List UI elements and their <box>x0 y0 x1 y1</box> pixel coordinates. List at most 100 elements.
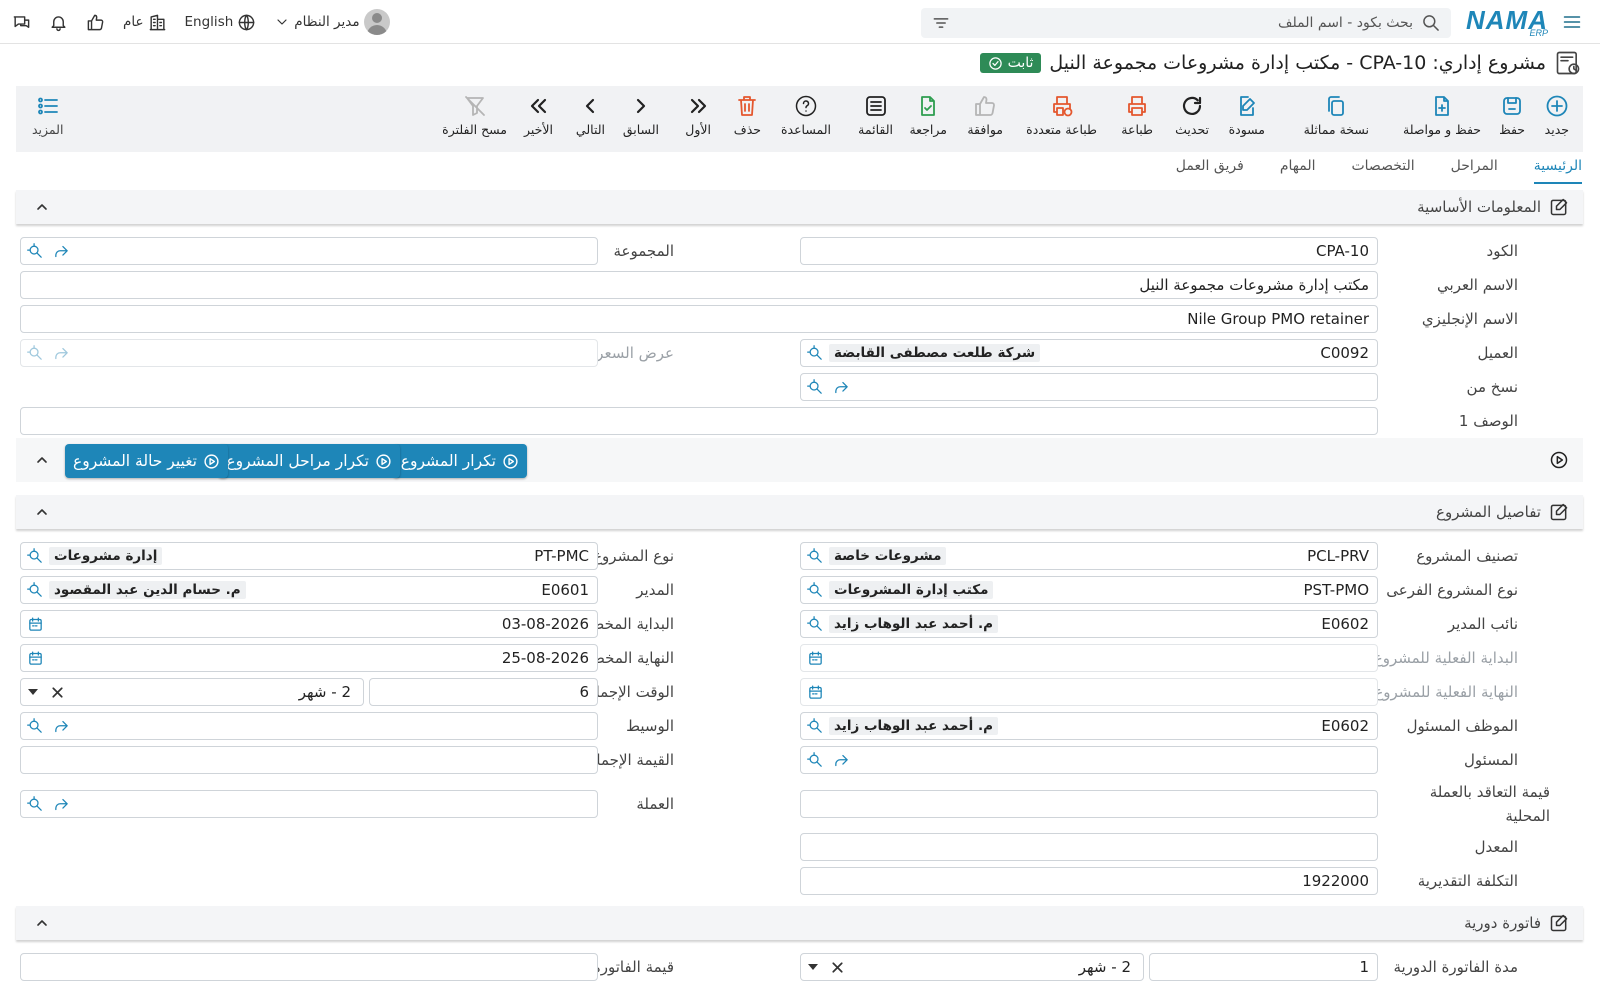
search-icon[interactable] <box>1421 13 1441 33</box>
tab-stages[interactable]: المراحل <box>1451 158 1498 184</box>
total-time-field[interactable]: 6 <box>369 678 598 706</box>
description-field[interactable] <box>20 407 1378 435</box>
calendar-icon[interactable] <box>807 650 824 667</box>
search-add-icon[interactable] <box>807 752 824 769</box>
total-time-unit-select[interactable]: 2 - شهر <box>20 678 364 706</box>
menu-icon[interactable] <box>1562 12 1582 32</box>
english-name-field[interactable]: Nile Group PMO retainer <box>20 305 1378 333</box>
approve-button[interactable]: موافقة <box>967 94 1003 137</box>
open-link-icon[interactable] <box>53 796 70 813</box>
change-status-button[interactable]: تغيير حالة المشروع <box>65 444 228 478</box>
arabic-name-field[interactable]: مكتب إدارة مشروعات مجموعة النيل <box>20 271 1378 299</box>
basic-info-header[interactable]: المعلومات الأساسية <box>16 190 1583 224</box>
company-switch[interactable]: عام <box>123 13 167 32</box>
last-button[interactable]: الأخير <box>524 94 553 137</box>
first-button[interactable]: الأول <box>685 94 711 137</box>
invoice-value-field[interactable] <box>20 953 598 981</box>
type-field[interactable]: PT-PMC إدارة مشروعات <box>20 542 598 570</box>
help-button[interactable]: المساعدة <box>781 94 831 137</box>
open-link-icon[interactable] <box>53 718 70 735</box>
actual-start-field[interactable] <box>800 644 1378 672</box>
search-add-icon[interactable] <box>27 345 44 362</box>
refresh-icon <box>1182 96 1202 115</box>
tab-specializations[interactable]: التخصصات <box>1351 158 1414 184</box>
duplicate-button[interactable]: نسخة مماثلة <box>1304 94 1369 137</box>
user-menu[interactable]: مدير النظام <box>274 9 390 35</box>
search-add-icon[interactable] <box>27 243 44 260</box>
list-button[interactable]: القائمة <box>858 94 893 137</box>
contract-total-field[interactable] <box>20 746 598 774</box>
logo[interactable]: NAMA ERP <box>1466 7 1548 38</box>
currency-field[interactable] <box>20 790 598 818</box>
search-add-icon[interactable] <box>807 718 824 735</box>
save-continue-button[interactable]: حفظ و مواصلة <box>1403 94 1481 137</box>
details-header[interactable]: تفاصيل المشروع <box>16 495 1583 529</box>
search-add-icon[interactable] <box>807 345 824 362</box>
language-switch[interactable]: English <box>185 13 257 32</box>
review-button[interactable]: مراجعة <box>909 94 947 137</box>
quotation-field[interactable] <box>20 339 598 367</box>
group-field[interactable] <box>20 237 598 265</box>
caret-down-icon[interactable] <box>27 688 39 696</box>
responsible-field[interactable] <box>800 746 1378 774</box>
search-add-icon[interactable] <box>807 582 824 599</box>
open-link-icon[interactable] <box>53 243 70 260</box>
invoice-header[interactable]: فاتورة دورية <box>16 906 1583 940</box>
category-field[interactable]: PCL-PRV مشروعات خاصة <box>800 542 1378 570</box>
search-add-icon[interactable] <box>27 582 44 599</box>
caret-down-icon[interactable] <box>807 963 819 971</box>
more-button[interactable]: المزيد <box>32 94 63 137</box>
calendar-icon[interactable] <box>27 616 44 633</box>
repeat-project-button[interactable]: تكرار المشروع <box>392 444 527 478</box>
repeat-stages-button[interactable]: تكرار مراحل المشروع <box>218 444 400 478</box>
clear-icon[interactable] <box>49 684 66 701</box>
code-field[interactable]: CPA-10 <box>800 237 1378 265</box>
delete-button[interactable]: حذف <box>734 94 761 137</box>
calendar-icon[interactable] <box>807 684 824 701</box>
invoice-period-field[interactable]: 1 <box>1149 953 1378 981</box>
search-add-icon[interactable] <box>807 616 824 633</box>
subtype-field[interactable]: PST-PMO مكتب إدارة المشروعات <box>800 576 1378 604</box>
search-add-icon[interactable] <box>27 718 44 735</box>
search-input[interactable] <box>921 8 1451 38</box>
planned-end-field[interactable]: 25-08-2026 <box>20 644 598 672</box>
notifications-button[interactable] <box>49 13 68 32</box>
draft-button[interactable]: مسودة <box>1229 94 1265 137</box>
search-add-icon[interactable] <box>27 796 44 813</box>
estimated-cost-field[interactable]: 1922000 <box>800 867 1378 895</box>
open-link-icon[interactable] <box>833 752 850 769</box>
responsible-emp-field[interactable]: E0602 م. أحمد عبد الوهاب زايد <box>800 712 1378 740</box>
refresh-button[interactable]: تحديث <box>1175 94 1209 137</box>
broker-field[interactable] <box>20 712 598 740</box>
customer-field[interactable]: C0092 شركة طلعت مصطفى القابضة <box>800 339 1378 367</box>
open-link-icon[interactable] <box>53 345 70 362</box>
manager-field[interactable]: E0601 م. حسام الدين عبد المقصود <box>20 576 598 604</box>
messages-button[interactable] <box>12 13 31 32</box>
next-button[interactable]: التالي <box>576 94 605 137</box>
search-add-icon[interactable] <box>807 548 824 565</box>
save-button[interactable]: حفظ <box>1499 94 1525 137</box>
tab-main[interactable]: الرئيسية <box>1533 158 1582 184</box>
clear-icon[interactable] <box>829 959 846 976</box>
tab-tasks[interactable]: المهام <box>1280 158 1316 184</box>
search-add-icon[interactable] <box>807 379 824 396</box>
invoice-period-unit-select[interactable]: 2 - شهر <box>800 953 1144 981</box>
new-button[interactable]: جديد <box>1545 94 1569 137</box>
planned-start-field[interactable]: 03-08-2026 <box>20 610 598 638</box>
tab-team[interactable]: فريق العمل <box>1176 158 1244 184</box>
print-button[interactable]: طباعة <box>1121 94 1153 137</box>
deputy-field[interactable]: E0602 م. أحمد عبد الوهاب زايد <box>800 610 1378 638</box>
multi-print-button[interactable]: طباعة متعددة <box>1026 94 1097 137</box>
actual-end-field[interactable] <box>800 678 1378 706</box>
calendar-icon[interactable] <box>27 650 44 667</box>
company-label: عام <box>123 14 144 30</box>
open-link-icon[interactable] <box>833 379 850 396</box>
like-button[interactable] <box>86 13 105 32</box>
previous-button[interactable]: السابق <box>623 94 659 137</box>
copied-from-field[interactable] <box>800 373 1378 401</box>
contract-local-field[interactable] <box>800 790 1378 818</box>
rate-field[interactable] <box>800 833 1378 861</box>
clear-filter-button[interactable]: مسح الفلترة <box>442 94 507 137</box>
search-add-icon[interactable] <box>27 548 44 565</box>
filter-icon[interactable] <box>931 13 951 33</box>
